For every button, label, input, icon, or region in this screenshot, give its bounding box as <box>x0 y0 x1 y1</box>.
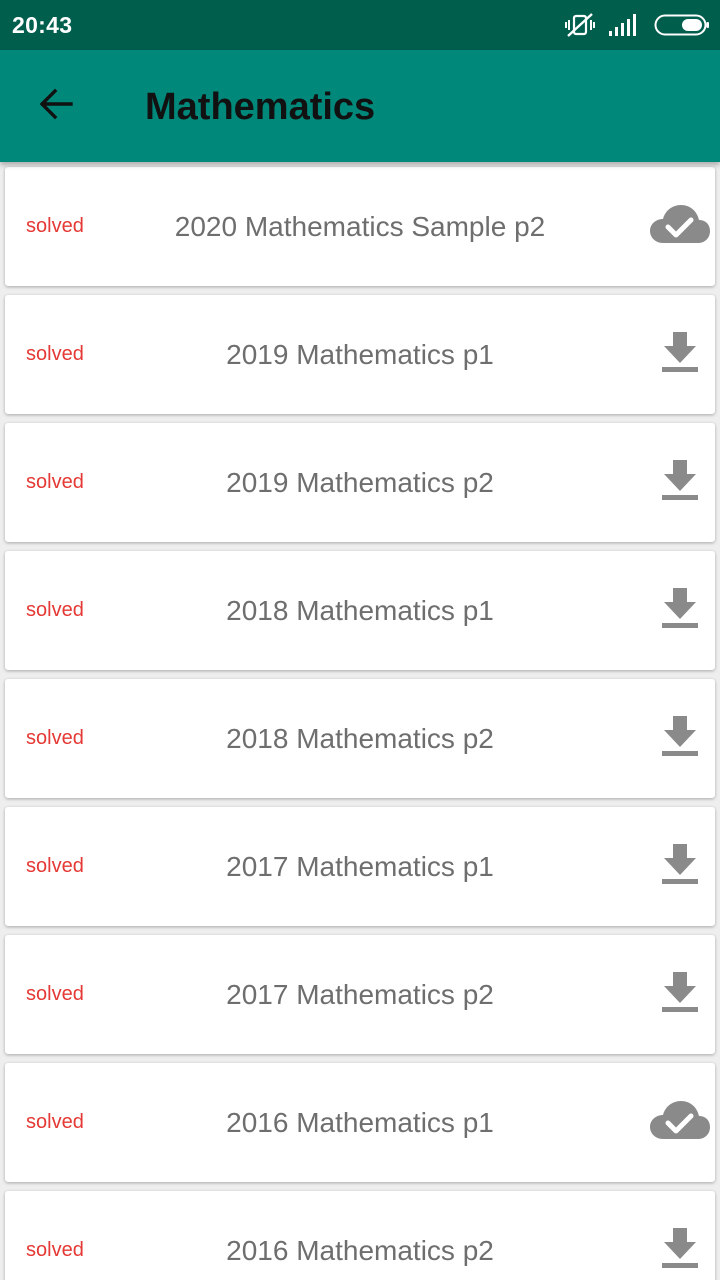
status-bar: 20:43 <box>0 0 720 50</box>
cloud-done-icon <box>649 203 711 250</box>
paper-title: 2019 Mathematics p1 <box>226 339 494 370</box>
downloaded-button[interactable] <box>645 1063 715 1182</box>
list-item[interactable]: solved 2016 Mathematics p1 <box>5 1063 715 1182</box>
download-button[interactable] <box>645 679 715 798</box>
download-button[interactable] <box>645 295 715 414</box>
list-item[interactable]: solved 2016 Mathematics p2 <box>5 1191 715 1280</box>
download-icon <box>660 714 700 763</box>
battery-icon <box>654 13 710 37</box>
download-icon <box>660 330 700 379</box>
list-item[interactable]: solved 2017 Mathematics p1 <box>5 807 715 926</box>
download-icon <box>660 1226 700 1275</box>
download-icon <box>660 970 700 1019</box>
status-icons <box>564 11 710 39</box>
download-button[interactable] <box>645 1191 715 1280</box>
paper-title: 2017 Mathematics p1 <box>226 851 494 882</box>
download-button[interactable] <box>645 807 715 926</box>
arrow-left-icon <box>38 86 74 127</box>
vibrate-off-icon <box>564 12 596 38</box>
page-title: Mathematics <box>145 86 376 128</box>
paper-title: 2018 Mathematics p1 <box>226 595 494 626</box>
status-time: 20:43 <box>12 12 73 38</box>
list-item[interactable]: solved 2020 Mathematics Sample p2 <box>5 167 715 286</box>
list-item[interactable]: solved 2019 Mathematics p2 <box>5 423 715 542</box>
list-item[interactable]: solved 2018 Mathematics p2 <box>5 679 715 798</box>
download-button[interactable] <box>645 423 715 542</box>
app-bar: Mathematics <box>0 50 720 162</box>
downloaded-button[interactable] <box>645 167 715 286</box>
download-button[interactable] <box>645 551 715 670</box>
paper-list: solved 2020 Mathematics Sample p2 solved… <box>0 162 720 1280</box>
list-item[interactable]: solved 2019 Mathematics p1 <box>5 295 715 414</box>
back-button[interactable] <box>28 78 84 134</box>
cloud-done-icon <box>649 1099 711 1146</box>
download-icon <box>660 458 700 507</box>
paper-title: 2019 Mathematics p2 <box>226 467 494 498</box>
paper-title: 2020 Mathematics Sample p2 <box>174 211 546 242</box>
paper-title: 2016 Mathematics p2 <box>226 1235 494 1266</box>
download-icon <box>660 842 700 891</box>
list-item[interactable]: solved 2018 Mathematics p1 <box>5 551 715 670</box>
list-item[interactable]: solved 2017 Mathematics p2 <box>5 935 715 1054</box>
paper-title: 2018 Mathematics p2 <box>226 723 494 754</box>
signal-icon <box>608 13 640 37</box>
download-icon <box>660 586 700 635</box>
download-button[interactable] <box>645 935 715 1054</box>
paper-title: 2016 Mathematics p1 <box>226 1107 494 1138</box>
paper-title: 2017 Mathematics p2 <box>226 979 494 1010</box>
